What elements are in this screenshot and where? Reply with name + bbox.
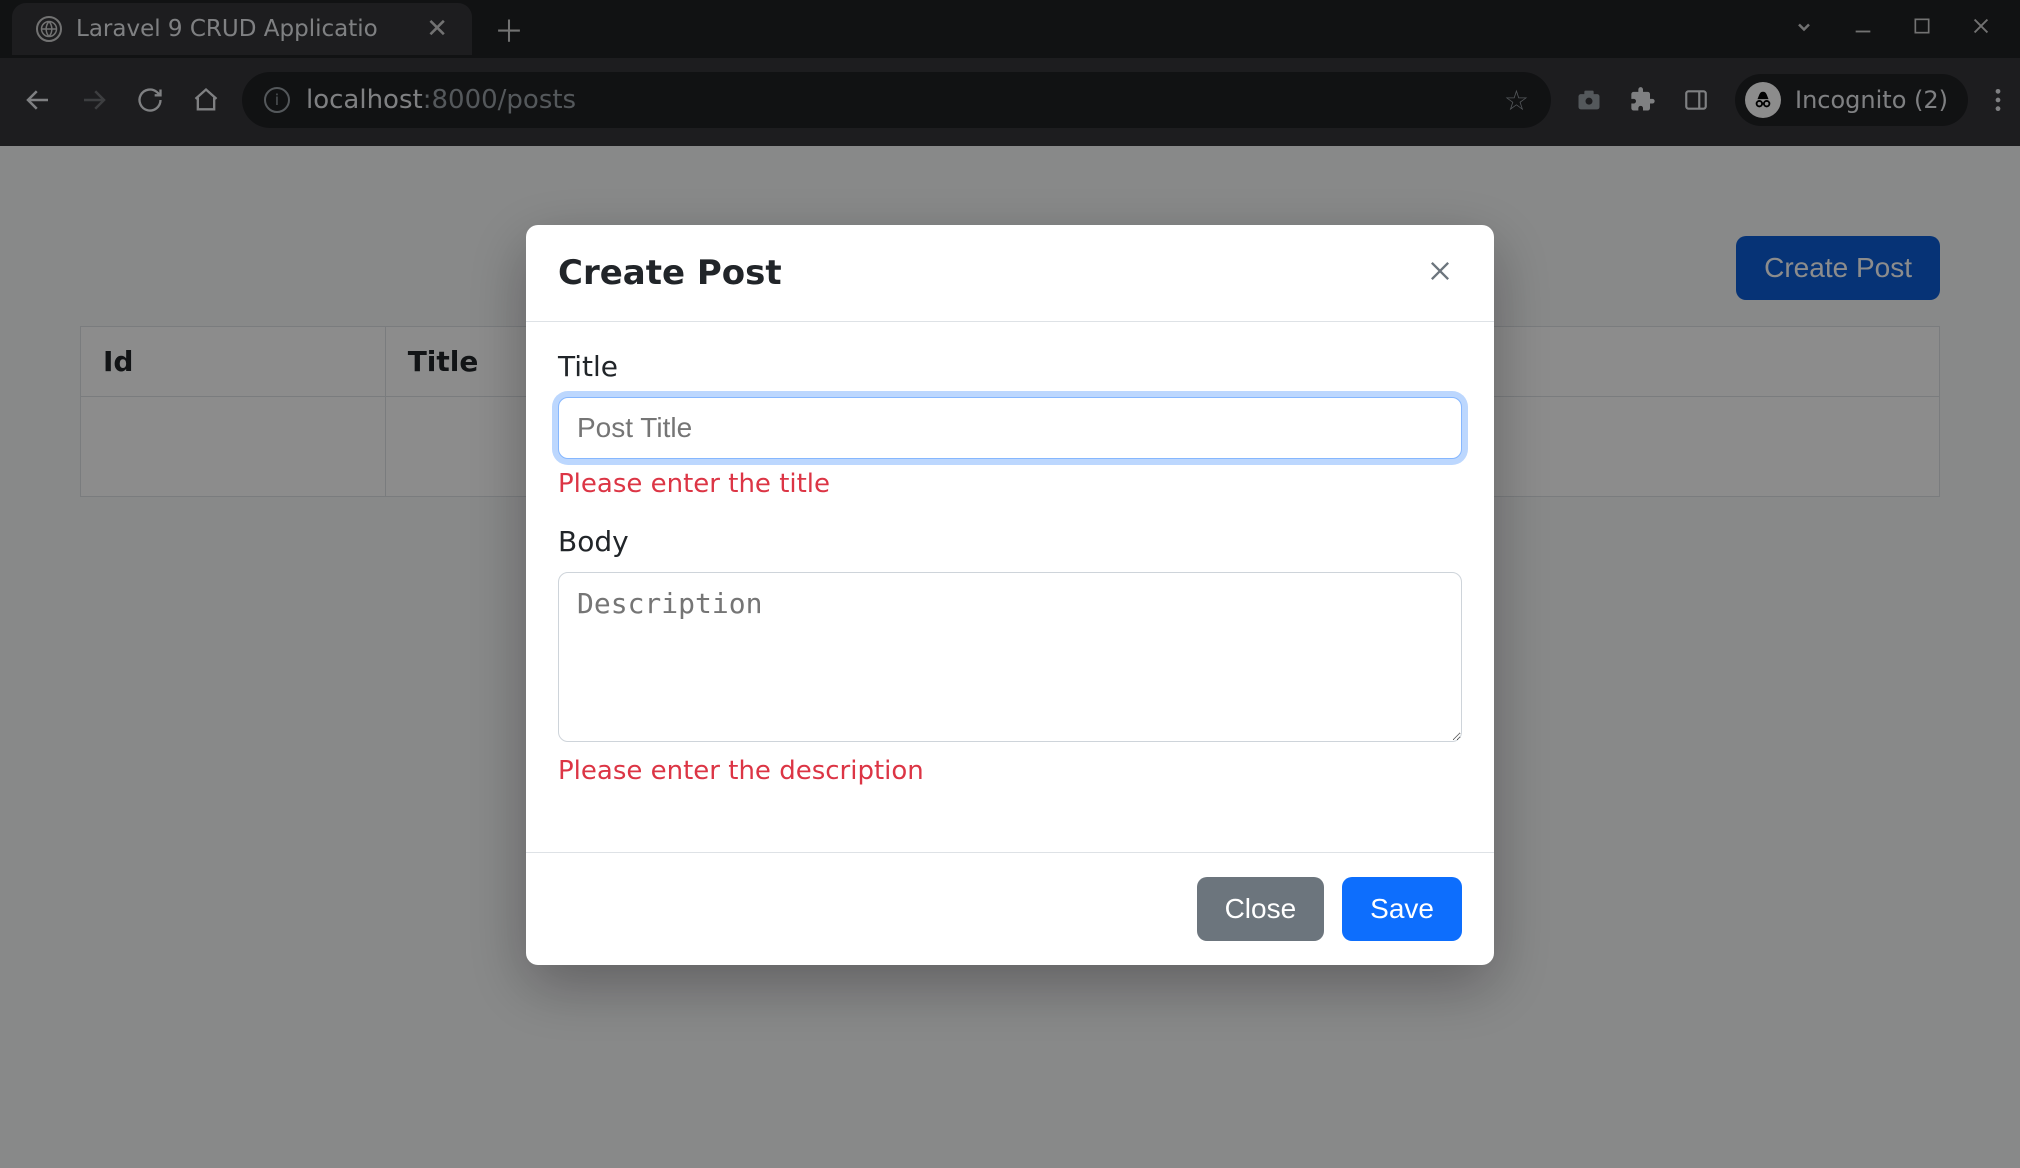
modal-title: Create Post (558, 253, 782, 293)
modal-header: Create Post (526, 225, 1494, 322)
title-error: Please enter the title (558, 469, 1462, 499)
form-group-title: Title Please enter the title (558, 350, 1462, 499)
close-icon (1426, 257, 1454, 285)
body-textarea[interactable] (558, 572, 1462, 742)
form-group-body: Body Please enter the description (558, 525, 1462, 786)
title-label: Title (558, 350, 1462, 383)
modal-footer: Close Save (526, 852, 1494, 965)
title-input[interactable] (558, 397, 1462, 459)
modal-body: Title Please enter the title Body Please… (526, 322, 1494, 852)
modal-close-button[interactable] (1418, 251, 1462, 295)
body-label: Body (558, 525, 1462, 558)
modal-overlay[interactable]: Create Post Title Please enter the title… (0, 0, 2020, 1168)
modal-close-footer-button[interactable]: Close (1197, 877, 1325, 941)
body-error: Please enter the description (558, 756, 1462, 786)
modal-save-button[interactable]: Save (1342, 877, 1462, 941)
create-post-modal: Create Post Title Please enter the title… (526, 225, 1494, 965)
